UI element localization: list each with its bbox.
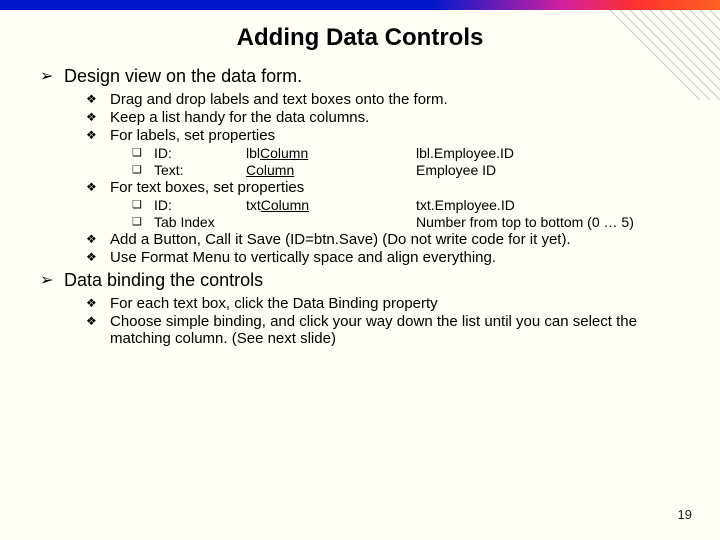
bullet-item: For each text box, click the Data Bindin… [86,295,692,312]
section-heading: Data binding the controls [40,270,692,291]
property-row: Text: Column Employee ID [132,162,692,178]
slide-title: Adding Data Controls [0,24,720,52]
prop-val-2: txt.Employee.ID [416,197,515,213]
prop-label: Text: [154,162,246,178]
top-gradient-bar [0,0,720,10]
prop-label: ID: [154,197,246,213]
section-heading: Design view on the data form. [40,66,692,87]
bullet-item: Add a Button, Call it Save (ID=btn.Save)… [86,231,692,248]
bullet-item: For text boxes, set properties [86,179,692,196]
bullet-item: Use Format Menu to vertically space and … [86,249,692,266]
prop-val-2: lbl.Employee.ID [416,145,514,161]
prop-label: Tab Index [154,214,246,230]
prop-val-1: Column [246,162,416,178]
bullet-item: Keep a list handy for the data columns. [86,109,692,126]
bullet-item: Choose simple binding, and click your wa… [86,313,692,347]
prop-val-2: Number from top to bottom (0 … 5) [416,214,634,230]
property-row: Tab Index Number from top to bottom (0 …… [132,214,692,230]
bullet-item: Drag and drop labels and text boxes onto… [86,91,692,108]
prop-val-2: Employee ID [416,162,496,178]
prop-val-1: txtColumn [246,197,416,213]
slide-body: Design view on the data form. Drag and d… [0,66,720,347]
property-row: ID: lblColumn lbl.Employee.ID [132,145,692,161]
prop-val-1: lblColumn [246,145,416,161]
bullet-item: For labels, set properties [86,127,692,144]
property-row: ID: txtColumn txt.Employee.ID [132,197,692,213]
prop-val-1 [246,214,416,230]
page-number: 19 [678,507,692,522]
prop-label: ID: [154,145,246,161]
